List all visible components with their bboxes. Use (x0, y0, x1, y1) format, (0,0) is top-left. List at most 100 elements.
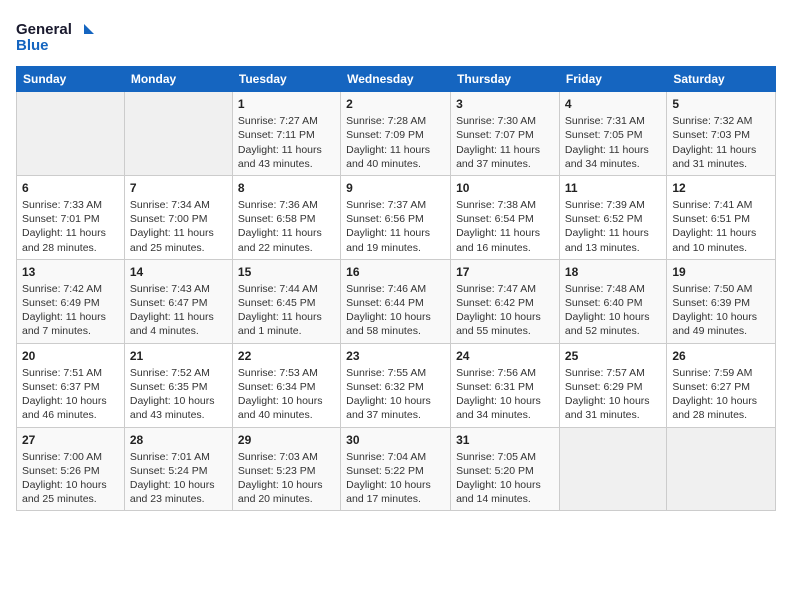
weekday-header: Thursday (451, 67, 560, 92)
day-number: 10 (456, 180, 554, 196)
calendar-cell: 14 Sunrise: 7:43 AMSunset: 6:47 PMDayligh… (124, 259, 232, 343)
cell-data: Sunrise: 7:31 AMSunset: 7:05 PMDaylight:… (565, 114, 661, 171)
calendar-cell: 20Sunrise: 7:51 AMSunset: 6:37 PMDayligh… (17, 343, 125, 427)
day-number: 28 (130, 432, 227, 448)
calendar-cell: 15 Sunrise: 7:44 AMSunset: 6:45 PMDayligh… (232, 259, 340, 343)
day-number: 23 (346, 348, 445, 364)
cell-data: Sunrise: 7:55 AMSunset: 6:32 PMDaylight:… (346, 366, 445, 423)
cell-data: Sunrise: 7:30 AMSunset: 7:07 PMDaylight:… (456, 114, 554, 171)
calendar-cell: 30 Sunrise: 7:04 AMSunset: 5:22 PMDayligh… (341, 427, 451, 511)
calendar-cell (667, 427, 776, 511)
day-number: 31 (456, 432, 554, 448)
cell-data: Sunrise: 7:00 AMSunset: 5:26 PMDaylight:… (22, 450, 119, 507)
calendar-week-row: 27Sunrise: 7:00 AMSunset: 5:26 PMDayligh… (17, 427, 776, 511)
cell-data: Sunrise: 7:36 AMSunset: 6:58 PMDaylight:… (238, 198, 335, 255)
calendar-cell: 1 Sunrise: 7:27 AMSunset: 7:11 PMDaylight… (232, 92, 340, 176)
day-number: 1 (238, 96, 335, 112)
calendar-cell: 3 Sunrise: 7:30 AMSunset: 7:07 PMDaylight… (451, 92, 560, 176)
cell-data: Sunrise: 7:39 AMSunset: 6:52 PMDaylight:… (565, 198, 661, 255)
logo: GeneralBlue (16, 16, 96, 56)
cell-data: Sunrise: 7:33 AMSunset: 7:01 PMDaylight:… (22, 198, 119, 255)
calendar-cell: 31 Sunrise: 7:05 AMSunset: 5:20 PMDayligh… (451, 427, 560, 511)
day-number: 26 (672, 348, 770, 364)
day-number: 3 (456, 96, 554, 112)
cell-data: Sunrise: 7:59 AMSunset: 6:27 PMDaylight:… (672, 366, 770, 423)
calendar-cell: 17 Sunrise: 7:47 AMSunset: 6:42 PMDayligh… (451, 259, 560, 343)
cell-data: Sunrise: 7:53 AMSunset: 6:34 PMDaylight:… (238, 366, 335, 423)
calendar-cell: 11 Sunrise: 7:39 AMSunset: 6:52 PMDayligh… (559, 175, 666, 259)
day-number: 25 (565, 348, 661, 364)
cell-data: Sunrise: 7:50 AMSunset: 6:39 PMDaylight:… (672, 282, 770, 339)
cell-data: Sunrise: 7:44 AMSunset: 6:45 PMDaylight:… (238, 282, 335, 339)
cell-data: Sunrise: 7:05 AMSunset: 5:20 PMDaylight:… (456, 450, 554, 507)
day-number: 7 (130, 180, 227, 196)
day-number: 15 (238, 264, 335, 280)
day-number: 6 (22, 180, 119, 196)
calendar-cell: 19 Sunrise: 7:50 AMSunset: 6:39 PMDayligh… (667, 259, 776, 343)
calendar-cell: 24 Sunrise: 7:56 AMSunset: 6:31 PMDayligh… (451, 343, 560, 427)
calendar-cell: 4 Sunrise: 7:31 AMSunset: 7:05 PMDaylight… (559, 92, 666, 176)
calendar-cell: 29 Sunrise: 7:03 AMSunset: 5:23 PMDayligh… (232, 427, 340, 511)
weekday-header: Saturday (667, 67, 776, 92)
day-number: 8 (238, 180, 335, 196)
day-number: 13 (22, 264, 119, 280)
cell-data: Sunrise: 7:01 AMSunset: 5:24 PMDaylight:… (130, 450, 227, 507)
day-number: 18 (565, 264, 661, 280)
weekday-header: Wednesday (341, 67, 451, 92)
day-number: 11 (565, 180, 661, 196)
calendar-cell: 28 Sunrise: 7:01 AMSunset: 5:24 PMDayligh… (124, 427, 232, 511)
page-container: GeneralBlue SundayMondayTuesdayWednesday… (0, 0, 792, 521)
day-number: 22 (238, 348, 335, 364)
calendar-cell (17, 92, 125, 176)
calendar-cell: 6 Sunrise: 7:33 AMSunset: 7:01 PMDaylight… (17, 175, 125, 259)
cell-data: Sunrise: 7:56 AMSunset: 6:31 PMDaylight:… (456, 366, 554, 423)
cell-data: Sunrise: 7:47 AMSunset: 6:42 PMDaylight:… (456, 282, 554, 339)
day-number: 30 (346, 432, 445, 448)
calendar-week-row: 13Sunrise: 7:42 AMSunset: 6:49 PMDayligh… (17, 259, 776, 343)
calendar-cell: 18 Sunrise: 7:48 AMSunset: 6:40 PMDayligh… (559, 259, 666, 343)
weekday-header-row: SundayMondayTuesdayWednesdayThursdayFrid… (17, 67, 776, 92)
cell-data: Sunrise: 7:27 AMSunset: 7:11 PMDaylight:… (238, 114, 335, 171)
calendar-cell: 12 Sunrise: 7:41 AMSunset: 6:51 PMDayligh… (667, 175, 776, 259)
weekday-header: Friday (559, 67, 666, 92)
day-number: 17 (456, 264, 554, 280)
calendar-cell: 25 Sunrise: 7:57 AMSunset: 6:29 PMDayligh… (559, 343, 666, 427)
day-number: 29 (238, 432, 335, 448)
day-number: 2 (346, 96, 445, 112)
day-number: 21 (130, 348, 227, 364)
day-number: 14 (130, 264, 227, 280)
day-number: 19 (672, 264, 770, 280)
calendar-cell: 22 Sunrise: 7:53 AMSunset: 6:34 PMDayligh… (232, 343, 340, 427)
cell-data: Sunrise: 7:37 AMSunset: 6:56 PMDaylight:… (346, 198, 445, 255)
calendar-cell: 21Sunrise: 7:52 AMSunset: 6:35 PMDayligh… (124, 343, 232, 427)
cell-data: Sunrise: 7:43 AMSunset: 6:47 PMDaylight:… (130, 282, 227, 339)
calendar-cell: 13Sunrise: 7:42 AMSunset: 6:49 PMDayligh… (17, 259, 125, 343)
calendar-cell (124, 92, 232, 176)
weekday-header: Sunday (17, 67, 125, 92)
calendar-week-row: 6 Sunrise: 7:33 AMSunset: 7:01 PMDaylight… (17, 175, 776, 259)
calendar-cell: 23 Sunrise: 7:55 AMSunset: 6:32 PMDayligh… (341, 343, 451, 427)
cell-data: Sunrise: 7:48 AMSunset: 6:40 PMDaylight:… (565, 282, 661, 339)
calendar-cell: 7Sunrise: 7:34 AMSunset: 7:00 PMDaylight… (124, 175, 232, 259)
calendar-week-row: 1 Sunrise: 7:27 AMSunset: 7:11 PMDaylight… (17, 92, 776, 176)
day-number: 4 (565, 96, 661, 112)
cell-data: Sunrise: 7:04 AMSunset: 5:22 PMDaylight:… (346, 450, 445, 507)
calendar-cell: 2 Sunrise: 7:28 AMSunset: 7:09 PMDaylight… (341, 92, 451, 176)
cell-data: Sunrise: 7:57 AMSunset: 6:29 PMDaylight:… (565, 366, 661, 423)
svg-text:General: General (16, 21, 72, 38)
cell-data: Sunrise: 7:03 AMSunset: 5:23 PMDaylight:… (238, 450, 335, 507)
logo-svg: GeneralBlue (16, 16, 96, 56)
day-number: 20 (22, 348, 119, 364)
calendar-cell: 26 Sunrise: 7:59 AMSunset: 6:27 PMDayligh… (667, 343, 776, 427)
cell-data: Sunrise: 7:38 AMSunset: 6:54 PMDaylight:… (456, 198, 554, 255)
day-number: 12 (672, 180, 770, 196)
cell-data: Sunrise: 7:28 AMSunset: 7:09 PMDaylight:… (346, 114, 445, 171)
header: GeneralBlue (16, 16, 776, 56)
cell-data: Sunrise: 7:46 AMSunset: 6:44 PMDaylight:… (346, 282, 445, 339)
day-number: 24 (456, 348, 554, 364)
calendar-cell: 5Sunrise: 7:32 AMSunset: 7:03 PMDaylight… (667, 92, 776, 176)
day-number: 9 (346, 180, 445, 196)
calendar-table: SundayMondayTuesdayWednesdayThursdayFrid… (16, 66, 776, 511)
cell-data: Sunrise: 7:41 AMSunset: 6:51 PMDaylight:… (672, 198, 770, 255)
day-number: 16 (346, 264, 445, 280)
